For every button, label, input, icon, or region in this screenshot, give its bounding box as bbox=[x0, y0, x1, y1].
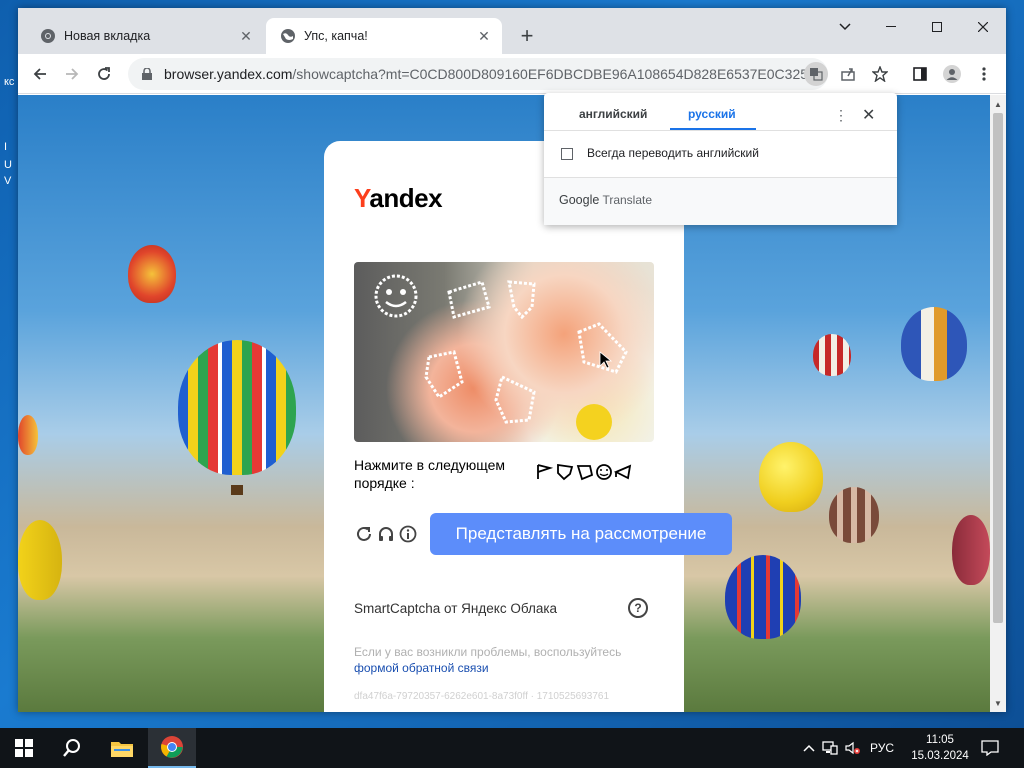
clock-date: 15.03.2024 bbox=[911, 750, 969, 762]
balloon-image bbox=[952, 515, 990, 585]
url-text[interactable]: browser.yandex.com/showcaptcha?mt=C0CD80… bbox=[164, 66, 828, 82]
smartcaptcha-label: SmartCaptcha от Яндекс Облака bbox=[354, 601, 558, 616]
desktop-icon-label[interactable]: U bbox=[4, 158, 12, 172]
clock[interactable]: 11:05 15.03.2024 bbox=[902, 732, 978, 764]
back-button[interactable] bbox=[26, 60, 54, 88]
feedback-link[interactable]: формой обратной связи bbox=[354, 661, 489, 675]
balloon-image bbox=[178, 340, 296, 475]
tab-title: Новая вкладка bbox=[64, 29, 151, 43]
close-window-button[interactable] bbox=[960, 12, 1006, 42]
balloon-image bbox=[901, 307, 967, 381]
desktop-icon-label[interactable]: I bbox=[4, 140, 7, 154]
tab-close-icon[interactable]: ✕ bbox=[238, 28, 254, 44]
address-bar[interactable]: browser.yandex.com/showcaptcha?mt=C0CD80… bbox=[128, 58, 828, 90]
problem-text: Если у вас возникли проблемы, воспользуй… bbox=[354, 645, 622, 659]
new-tab-button[interactable]: + bbox=[514, 23, 540, 49]
google-translate-brand: Google Translate bbox=[559, 193, 652, 207]
search-icon[interactable] bbox=[48, 728, 96, 768]
start-button[interactable] bbox=[0, 728, 48, 768]
tab-close-icon[interactable]: ✕ bbox=[476, 28, 492, 44]
translate-popup: английский русский ⋮ ✕ Всегда переводить… bbox=[544, 93, 897, 225]
tab-new-tab[interactable]: Новая вкладка ✕ bbox=[26, 18, 264, 54]
tab-title: Упс, капча! bbox=[304, 29, 368, 43]
forward-button[interactable] bbox=[58, 60, 86, 88]
request-id: dfa47f6a-79720357-6262e601-8a73f0ff · 17… bbox=[354, 691, 610, 702]
logo-text: andex bbox=[369, 183, 443, 213]
tab-captcha[interactable]: Упс, капча! ✕ bbox=[266, 18, 502, 54]
taskbar: РУС 11:05 15.03.2024 bbox=[0, 728, 1024, 768]
lock-icon[interactable] bbox=[140, 67, 154, 81]
file-explorer-icon[interactable] bbox=[98, 728, 146, 768]
lang-tab-russian[interactable]: русский bbox=[688, 107, 736, 121]
scrollbar-thumb[interactable] bbox=[993, 113, 1003, 623]
minimize-button[interactable] bbox=[868, 12, 914, 42]
url-path: /showcaptcha?mt=C0CD800D809160EF6DBCDBE9… bbox=[292, 66, 828, 82]
captcha-sequence-icon bbox=[537, 463, 632, 481]
scroll-up-arrow-icon[interactable]: ▲ bbox=[990, 97, 1006, 111]
balloon-image bbox=[829, 487, 879, 543]
captcha-instruction: Нажмите в следующем порядке : bbox=[354, 457, 506, 491]
mouse-cursor-icon bbox=[599, 351, 613, 369]
divider bbox=[544, 130, 897, 131]
tab-strip: Новая вкладка ✕ Упс, капча! ✕ + bbox=[18, 8, 1006, 54]
network-icon[interactable] bbox=[818, 741, 842, 755]
brand-google: Google bbox=[559, 193, 600, 207]
chrome-icon bbox=[40, 28, 56, 44]
brand-translate: Translate bbox=[602, 193, 653, 207]
balloon-image bbox=[18, 520, 62, 600]
clock-time: 11:05 bbox=[926, 734, 954, 746]
captcha-order-glyphs bbox=[536, 463, 636, 481]
balloon-image bbox=[128, 245, 176, 303]
options-kebab-icon[interactable]: ⋮ bbox=[834, 107, 848, 124]
side-panel-icon[interactable] bbox=[908, 62, 932, 86]
always-translate-checkbox[interactable] bbox=[561, 148, 573, 160]
lang-tab-english[interactable]: английский bbox=[579, 107, 647, 121]
submit-button[interactable]: Представлять на рассмотрение bbox=[430, 513, 732, 555]
menu-kebab-icon[interactable] bbox=[972, 62, 996, 86]
balloon-image bbox=[759, 442, 823, 512]
balloon-basket bbox=[231, 485, 243, 495]
desktop-icon-label[interactable]: V bbox=[4, 174, 11, 188]
balloon-image bbox=[813, 334, 851, 376]
refresh-icon[interactable] bbox=[354, 524, 374, 544]
balloon-image bbox=[725, 555, 801, 639]
bookmark-star-icon[interactable] bbox=[868, 62, 892, 86]
logo-letter: Y bbox=[354, 183, 370, 213]
close-icon[interactable]: ✕ bbox=[862, 105, 875, 125]
captcha-image[interactable] bbox=[354, 262, 654, 442]
info-icon[interactable] bbox=[398, 524, 418, 544]
help-icon[interactable]: ? bbox=[628, 598, 648, 618]
audio-headphones-icon[interactable] bbox=[376, 524, 396, 544]
desktop-icon-label[interactable]: кс bbox=[4, 75, 14, 89]
share-icon[interactable] bbox=[836, 62, 860, 86]
yandex-logo: Yandex bbox=[354, 183, 443, 214]
show-hidden-icons-chevron-icon[interactable] bbox=[800, 744, 818, 752]
chrome-taskbar-icon[interactable] bbox=[148, 728, 196, 768]
input-language[interactable]: РУС bbox=[870, 741, 894, 755]
tab-search-icon[interactable] bbox=[822, 12, 868, 42]
translate-icon[interactable] bbox=[804, 62, 828, 86]
volume-muted-icon[interactable] bbox=[842, 741, 864, 755]
globe-icon bbox=[280, 28, 296, 44]
reload-button[interactable] bbox=[90, 60, 118, 88]
always-translate-label: Всегда переводить английский bbox=[587, 146, 759, 160]
maximize-button[interactable] bbox=[914, 12, 960, 42]
scroll-down-arrow-icon[interactable]: ▼ bbox=[990, 696, 1006, 710]
page-scrollbar[interactable]: ▲ ▼ bbox=[990, 95, 1006, 712]
notifications-icon[interactable] bbox=[968, 728, 1012, 768]
system-tray: РУС bbox=[800, 728, 894, 768]
captcha-card: Yandex Нажмите в следующем порядке : Пре… bbox=[324, 141, 732, 712]
url-host: browser.yandex.com bbox=[164, 66, 293, 82]
profile-avatar-icon[interactable] bbox=[940, 62, 964, 86]
captcha-tools bbox=[354, 524, 418, 544]
balloon-image bbox=[18, 415, 38, 455]
browser-toolbar: browser.yandex.com/showcaptcha?mt=C0CD80… bbox=[18, 54, 1006, 94]
